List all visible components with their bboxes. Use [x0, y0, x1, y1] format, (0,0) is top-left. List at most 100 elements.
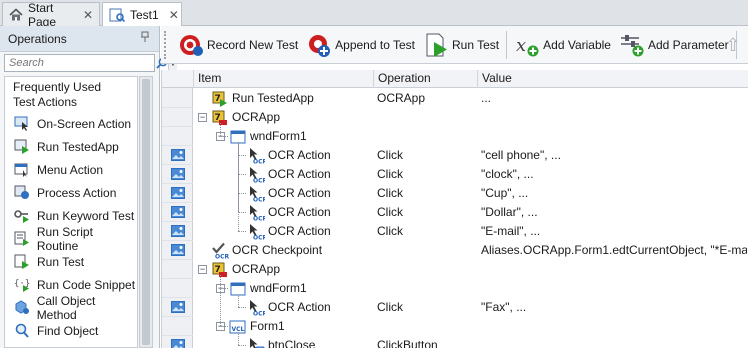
value-cell[interactable]: ... [481, 89, 747, 108]
group-test-actions[interactable]: Test Actions [5, 94, 137, 112]
item-cell[interactable]: OCR OCR Action [247, 184, 331, 203]
item-cell[interactable]: OCR OCR Checkpoint [211, 241, 322, 260]
operation-cell[interactable]: Click [377, 165, 477, 184]
screenshot-thumbnail-icon[interactable] [170, 301, 185, 313]
table-row[interactable]: OCR OCR Action Click "clock", ... [162, 165, 748, 184]
table-row[interactable]: btnClose ClickButton [162, 336, 748, 348]
collapse-toggle[interactable]: − [198, 113, 207, 122]
operation-on-screen-action[interactable]: On-Screen Action [5, 112, 137, 135]
operation-process-action[interactable]: Process Action [5, 181, 137, 204]
item-cell[interactable]: 7 Run TestedApp [211, 89, 314, 108]
operation-cell[interactable]: Click [377, 146, 477, 165]
operation-cell[interactable]: Click [377, 184, 477, 203]
operation-run-script-routine[interactable]: Run Script Routine [5, 225, 137, 253]
value-cell[interactable] [481, 317, 747, 336]
operation-cell[interactable] [377, 260, 477, 279]
operation-cell[interactable]: Click [377, 298, 477, 317]
move-up-arrow-icon[interactable]: ⇧ [725, 32, 740, 58]
group-frequently-used[interactable]: Frequently Used [5, 77, 137, 94]
append-to-test-button[interactable]: Append to Test [302, 30, 419, 60]
operation-cell[interactable] [377, 127, 477, 146]
close-icon[interactable]: ✕ [169, 8, 179, 22]
table-row[interactable]: − VCL Form1 [162, 317, 748, 336]
value-cell[interactable]: Aliases.OCRApp.Form1.edtCurrentObject, "… [481, 241, 747, 260]
item-cell[interactable]: OCR OCR Action [247, 222, 331, 241]
table-row[interactable]: OCR OCR Action Click "E-mail", ... [162, 222, 748, 241]
add-parameter-button[interactable]: Add Parameter [615, 30, 733, 60]
table-row[interactable]: OCR OCR Action Click "Cup", ... [162, 184, 748, 203]
table-row[interactable]: OCR OCR Action Click "Fax", ... [162, 298, 748, 317]
svg-text:OCR: OCR [253, 216, 265, 222]
screenshot-thumbnail-icon[interactable] [170, 206, 185, 218]
scrollbar-thumb[interactable] [142, 79, 150, 345]
operation-cell[interactable] [377, 241, 477, 260]
value-cell[interactable] [481, 279, 747, 298]
item-cell[interactable]: OCR OCR Action [247, 165, 331, 184]
run-test-button[interactable]: Run Test [419, 30, 503, 60]
table-row[interactable]: 7 Run TestedApp OCRApp... [162, 89, 748, 108]
value-cell[interactable] [481, 127, 747, 146]
operations-scrollbar[interactable] [139, 76, 153, 348]
table-row[interactable]: OCR OCR Action Click "Dollar", ... [162, 203, 748, 222]
item-cell[interactable]: OCR OCR Action [247, 146, 331, 165]
value-cell[interactable]: "Cup", ... [481, 184, 747, 203]
value-cell[interactable]: "clock", ... [481, 165, 747, 184]
row-gutter-cell [162, 336, 193, 348]
append-record-icon [306, 32, 332, 58]
operation-cell[interactable]: OCRApp [377, 89, 477, 108]
table-row[interactable]: − wndForm1 [162, 127, 748, 146]
item-cell[interactable]: OCR OCR Action [247, 298, 331, 317]
pin-icon[interactable] [139, 31, 151, 46]
screenshot-thumbnail-icon[interactable] [170, 225, 185, 237]
operation-run-testedapp[interactable]: Run TestedApp [5, 135, 137, 158]
close-icon[interactable]: ✕ [83, 8, 93, 22]
operation-menu-action[interactable]: Menu Action [5, 158, 137, 181]
collapse-toggle[interactable]: − [198, 265, 207, 274]
operation-find-object[interactable]: Find Object [5, 319, 137, 342]
item-cell[interactable]: 7 OCRApp [211, 260, 280, 279]
operation-call-object-method[interactable]: Call Object Method [5, 294, 137, 322]
column-header-value[interactable]: Value [477, 70, 748, 88]
item-cell[interactable]: wndForm1 [229, 279, 307, 298]
table-row[interactable]: − wndForm1 [162, 279, 748, 298]
screenshot-thumbnail-icon[interactable] [170, 244, 185, 256]
value-cell[interactable]: "Dollar", ... [481, 203, 747, 222]
operation-cell[interactable] [377, 317, 477, 336]
table-row[interactable]: OCR OCR Action Click "cell phone", ... [162, 146, 748, 165]
value-cell[interactable]: "cell phone", ... [481, 146, 747, 165]
operation-cell[interactable] [377, 279, 477, 298]
operation-cell[interactable] [377, 108, 477, 127]
screenshot-thumbnail-icon[interactable] [170, 339, 185, 348]
screenshot-thumbnail-icon[interactable] [170, 168, 185, 180]
value-cell[interactable] [481, 108, 747, 127]
table-row[interactable]: −7 OCRApp [162, 108, 748, 127]
column-header-item[interactable]: Item [193, 70, 373, 88]
item-cell[interactable]: 7 OCRApp [211, 108, 280, 127]
tree-connector [238, 231, 246, 232]
operation-cell[interactable]: Click [377, 222, 477, 241]
item-cell[interactable]: btnClose [247, 336, 315, 348]
add-variable-button[interactable]: x Add Variable [510, 30, 615, 60]
operation-cell[interactable]: Click [377, 203, 477, 222]
operation-run-test[interactable]: Run Test [5, 250, 137, 273]
record-icon [178, 32, 204, 58]
tab-start-page[interactable]: Start Page ✕ [2, 1, 100, 29]
screenshot-thumbnail-icon[interactable] [170, 187, 185, 199]
operation-cell[interactable]: ClickButton [377, 336, 477, 348]
svg-text:OCR: OCR [253, 178, 265, 184]
column-header-operation[interactable]: Operation [373, 70, 477, 88]
value-cell[interactable]: "E-mail", ... [481, 222, 747, 241]
value-cell[interactable]: "Fax", ... [481, 298, 747, 317]
item-cell[interactable]: OCR OCR Action [247, 203, 331, 222]
toolbar-grip[interactable] [164, 30, 170, 59]
item-cell[interactable]: wndForm1 [229, 127, 307, 146]
value-cell[interactable] [481, 260, 747, 279]
table-row[interactable]: −7 OCRApp [162, 260, 748, 279]
search-input[interactable] [5, 55, 156, 71]
record-new-test-button[interactable]: Record New Test [174, 30, 302, 60]
table-row[interactable]: OCR OCR Checkpoint Aliases.OCRApp.Form1.ed… [162, 241, 748, 260]
on-screen-action-icon [13, 116, 31, 132]
value-cell[interactable] [481, 336, 747, 348]
screenshot-thumbnail-icon[interactable] [170, 149, 185, 161]
tab-test1[interactable]: Test1 ✕ [102, 2, 182, 27]
